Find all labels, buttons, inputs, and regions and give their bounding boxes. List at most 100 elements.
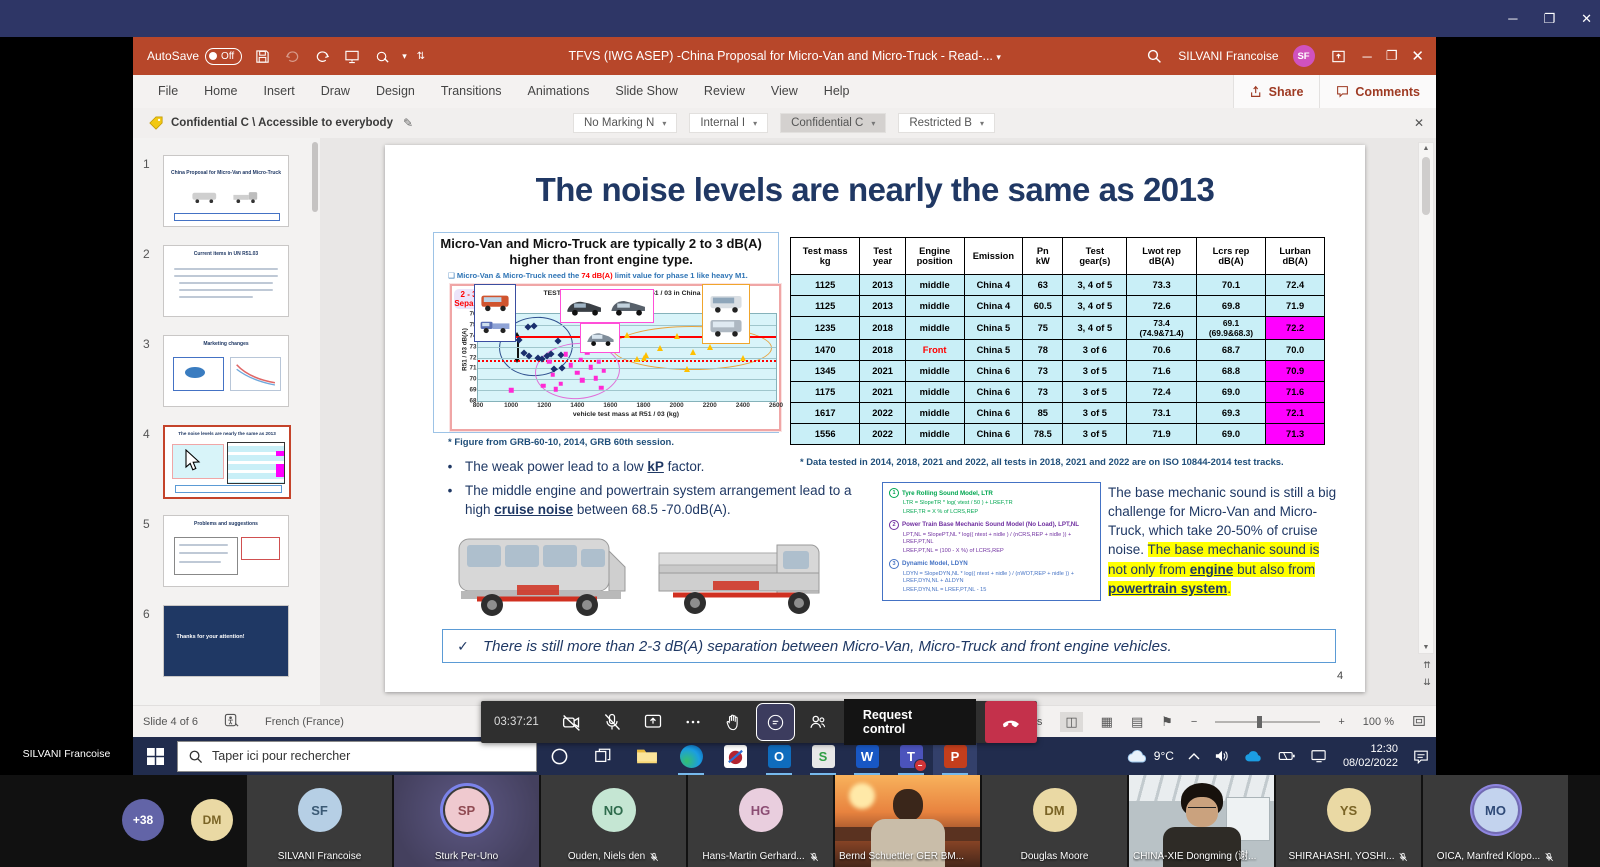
- taskbar-clock[interactable]: 12:30 08/02/2022: [1335, 742, 1406, 771]
- quick-access-customize-icon[interactable]: ⇅: [417, 51, 425, 62]
- participant-tile-shirahashi-yoshi[interactable]: YSSHIRAHASHI, YOSHI...: [1276, 775, 1421, 867]
- participant-tile-silvani-francoise[interactable]: SFSILVANI Francoise: [247, 775, 392, 867]
- search-icon[interactable]: [1144, 46, 1164, 66]
- sensitivity-edit-icon[interactable]: ✎: [403, 116, 413, 130]
- pen-input-icon[interactable]: [372, 46, 392, 66]
- sensitivity-option-internal-i[interactable]: Internal I▾: [689, 113, 768, 133]
- menu-tab-view[interactable]: View: [758, 75, 811, 108]
- thumbnail-number-2: 2: [143, 247, 150, 261]
- start-button[interactable]: [133, 737, 177, 775]
- redo-icon[interactable]: [312, 46, 332, 66]
- participant-tile-oica-manfred-klopo[interactable]: MOOICA, Manfred Klopo...: [1423, 775, 1568, 867]
- start-slideshow-icon[interactable]: [342, 46, 362, 66]
- data-point-front-engine: [684, 366, 690, 372]
- zoom-slider-thumb[interactable]: [1257, 716, 1262, 728]
- camera-off-button[interactable]: [552, 701, 592, 743]
- comments-button[interactable]: Comments: [1319, 75, 1436, 108]
- window-restore-button[interactable]: ❐: [1543, 11, 1555, 27]
- weather-indicator[interactable]: 9°C: [1120, 737, 1181, 775]
- slide-thumbnail-1[interactable]: China Proposal for Micro-Van and Micro-T…: [163, 155, 289, 227]
- onedrive-icon[interactable]: [1237, 737, 1271, 775]
- menu-tab-animations[interactable]: Animations: [515, 75, 603, 108]
- menu-tab-draw[interactable]: Draw: [308, 75, 363, 108]
- participant-avatar-DM[interactable]: DM: [191, 799, 233, 841]
- zoom-in-icon[interactable]: +: [1338, 716, 1344, 728]
- undo-icon[interactable]: [282, 46, 302, 66]
- slide-thumbnail-6[interactable]: Thanks for your attention!: [163, 605, 289, 677]
- raise-hand-button[interactable]: [714, 701, 754, 743]
- sensitivity-option-no-marking-n[interactable]: No Marking N▾: [573, 113, 677, 133]
- ppt-minimize-button[interactable]: ─: [1363, 49, 1372, 64]
- slide-sorter-view-icon[interactable]: ▦: [1101, 714, 1113, 730]
- slide-thumbnail-4[interactable]: The noise levels are nearly the same as …: [163, 425, 291, 499]
- language-indicator[interactable]: French (France): [265, 716, 344, 728]
- participant-tile-sturk-per-uno[interactable]: SPSturk Per-Uno: [394, 775, 539, 867]
- participant-tile-hans-martin-gerhard[interactable]: HGHans-Martin Gerhard...: [688, 775, 833, 867]
- chat-button[interactable]: [756, 703, 795, 741]
- thumbnail-scrollbar[interactable]: [312, 142, 318, 212]
- vertical-scrollbar[interactable]: ▲ ▼: [1418, 142, 1434, 654]
- fit-to-window-icon[interactable]: [1412, 714, 1426, 731]
- scroll-down-icon[interactable]: ▼: [1419, 644, 1433, 651]
- sensitivity-option-confidential-c[interactable]: Confidential C▾: [780, 113, 886, 133]
- menu-tab-file[interactable]: File: [145, 75, 191, 108]
- mic-off-button[interactable]: [592, 701, 632, 743]
- network-display-icon[interactable]: [1303, 737, 1335, 775]
- participant-tile-china-xie-dongming[interactable]: CHINA-XIE Dongming (谢...: [1129, 775, 1274, 867]
- request-control-button[interactable]: Request control: [844, 699, 976, 745]
- power-icon[interactable]: [1271, 737, 1303, 775]
- menu-tab-home[interactable]: Home: [191, 75, 250, 108]
- normal-view-icon[interactable]: ◫: [1060, 712, 1082, 732]
- slide-thumbnail-5[interactable]: Problems and suggestions: [163, 515, 289, 587]
- hang-up-button[interactable]: [985, 701, 1037, 743]
- menu-tab-slide-show[interactable]: Slide Show: [602, 75, 691, 108]
- participant-tile-bernd-schuettler-ger-bm[interactable]: Bernd Schuettler GER BM...: [835, 775, 980, 867]
- scroll-up-icon[interactable]: ▲: [1419, 145, 1433, 152]
- menu-tab-help[interactable]: Help: [811, 75, 863, 108]
- sensitivity-close-icon[interactable]: ✕: [1414, 116, 1424, 130]
- share-button[interactable]: Share: [1233, 75, 1320, 108]
- account-name[interactable]: SILVANI Francoise: [1178, 49, 1278, 63]
- slideshow-view-icon[interactable]: ⚑: [1161, 714, 1173, 730]
- more-options-button[interactable]: [673, 701, 713, 743]
- next-slide-button[interactable]: ⇊: [1423, 677, 1431, 688]
- window-close-button[interactable]: ✕: [1581, 11, 1592, 27]
- ppt-close-button[interactable]: ✕: [1411, 47, 1424, 65]
- save-icon[interactable]: [252, 46, 272, 66]
- taskbar-search-box[interactable]: Taper ici pour rechercher: [177, 741, 537, 772]
- tray-chevron-icon[interactable]: [1181, 737, 1207, 775]
- menu-tab-design[interactable]: Design: [363, 75, 428, 108]
- slide-thumbnail-2[interactable]: Current items in UN R51.03: [163, 245, 289, 317]
- cloud-icon: [1127, 749, 1149, 764]
- ppt-restore-button[interactable]: ❐: [1386, 48, 1398, 64]
- pen-dropdown-chevron-icon[interactable]: ▾: [402, 51, 407, 62]
- table-row: 12352018middleChina 5753, 4 of 573.4 (74…: [791, 317, 1325, 340]
- participant-tile-douglas-moore[interactable]: DMDouglas Moore: [982, 775, 1127, 867]
- accessibility-icon[interactable]: [224, 713, 239, 731]
- previous-slide-button[interactable]: ⇈: [1423, 660, 1431, 671]
- zoom-slider[interactable]: [1215, 721, 1320, 723]
- scrollbar-thumb[interactable]: [1422, 157, 1430, 215]
- participants-button[interactable]: [797, 701, 837, 743]
- table-cell: 72.1: [1266, 403, 1325, 424]
- participant-tile-ouden-niels-den[interactable]: NOOuden, Niels den: [541, 775, 686, 867]
- participant-avatar-plus38[interactable]: +38: [122, 799, 164, 841]
- zoom-level[interactable]: 100 %: [1363, 716, 1394, 728]
- zoom-out-icon[interactable]: −: [1191, 716, 1197, 728]
- call-timer: 03:37:21: [481, 716, 552, 728]
- reading-view-icon[interactable]: ▤: [1131, 714, 1143, 730]
- menu-tab-transitions[interactable]: Transitions: [428, 75, 515, 108]
- window-minimize-button[interactable]: ─: [1508, 11, 1517, 26]
- autosave-toggle[interactable]: AutoSave Off: [147, 48, 242, 65]
- ribbon-display-options-icon[interactable]: [1329, 46, 1349, 66]
- table-header: Pn kW: [1023, 238, 1063, 275]
- volume-icon[interactable]: [1207, 737, 1237, 775]
- menu-tab-insert[interactable]: Insert: [251, 75, 308, 108]
- slide-thumbnail-3[interactable]: Marketing changes: [163, 335, 289, 407]
- share-screen-button[interactable]: [633, 701, 673, 743]
- table-cell: 3 of 5: [1063, 424, 1127, 445]
- action-center-icon[interactable]: [1406, 737, 1436, 775]
- menu-tab-review[interactable]: Review: [691, 75, 758, 108]
- sensitivity-option-restricted-b[interactable]: Restricted B▾: [898, 113, 995, 133]
- account-avatar[interactable]: SF: [1293, 45, 1315, 67]
